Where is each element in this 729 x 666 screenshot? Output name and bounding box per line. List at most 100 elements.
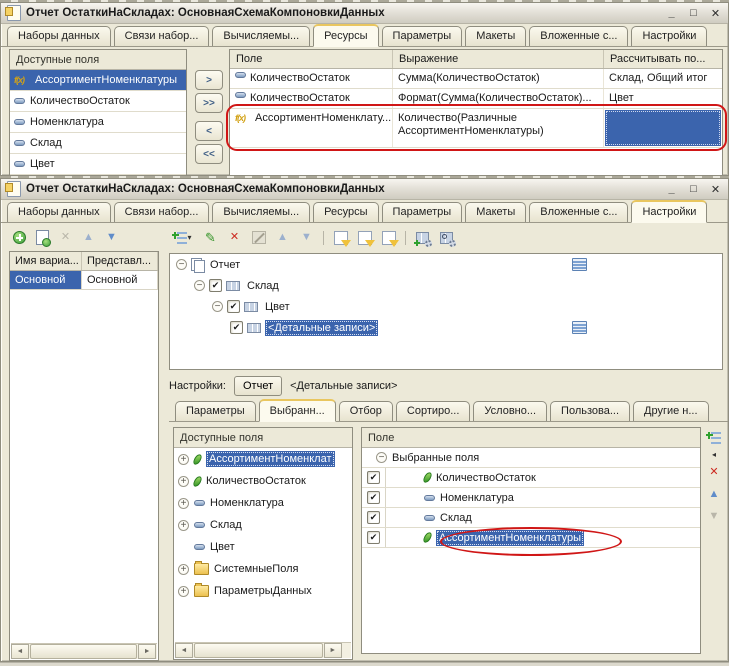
expander-icon[interactable]: + [178,586,189,597]
field-item-cvet[interactable]: Цвет [10,154,186,175]
tab-resources[interactable]: Ресурсы [313,24,378,47]
scroll-left-button[interactable]: ◄ [11,644,29,659]
tab-settings[interactable]: Настройки [631,26,707,46]
tab-resources[interactable]: Ресурсы [313,202,378,222]
settings-owner-button[interactable]: Отчет [234,376,282,396]
settings-wizard-button[interactable] [250,229,267,246]
expander-icon[interactable]: − [376,452,387,463]
column-field[interactable]: Поле [230,50,393,68]
tab-sorting[interactable]: Сортиро... [396,401,471,421]
expander-icon[interactable]: + [178,454,189,465]
selected-field-row[interactable]: ✔ Номенклатура [362,488,700,508]
tab-parameters-settings[interactable]: Параметры [175,401,256,421]
move-all-right-button[interactable]: >> [195,93,223,113]
column-variant-name[interactable]: Имя вариа... [10,252,82,270]
scroll-right-button[interactable]: ► [324,643,342,658]
field-item-assortiment[interactable]: f(x) АссортиментНоменклатуры [10,70,186,91]
scroll-left-button[interactable]: ◄ [175,643,193,658]
minimize-button[interactable]: _ [665,183,678,196]
collapse-panel-button[interactable]: ◂ [712,451,716,459]
tab-selected-fields[interactable]: Выбранн... [259,399,336,422]
tree-row-report[interactable]: − Отчет [170,254,722,275]
default-settings-button[interactable] [332,229,349,246]
resource-row[interactable]: КоличествоОстаток Сумма(КоличествоОстато… [230,69,722,89]
tab-settings[interactable]: Настройки [631,200,707,223]
close-button[interactable]: ✕ [709,183,722,196]
tab-data-sets[interactable]: Наборы данных [7,26,111,46]
tab-templates[interactable]: Макеты [465,26,526,46]
tree-row-cvet[interactable]: − ✔ Цвет [170,296,722,317]
selected-fields-root[interactable]: − Выбранные поля [362,448,700,468]
move-field-up-button[interactable]: ▲ [706,486,723,503]
tab-user-settings[interactable]: Пользова... [550,401,630,421]
move-variant-up-button[interactable]: ▲ [80,229,97,246]
add-structure-item-button[interactable]: ▾ [171,229,195,246]
expander-icon[interactable]: + [178,564,189,575]
checkbox-checked[interactable]: ✔ [367,471,380,484]
edit-item-button[interactable]: ✎ [202,229,219,246]
variants-hscrollbar[interactable]: ◄ ► [11,643,157,659]
minimize-button[interactable]: _ [665,7,678,20]
close-button[interactable]: ✕ [709,7,722,20]
add-field-button[interactable] [702,429,726,446]
field-item-nomenklatura[interactable]: Номенклатура [10,112,186,133]
tab-parameters[interactable]: Параметры [382,26,463,46]
move-variant-down-button[interactable]: ▼ [103,229,120,246]
delete-item-button[interactable]: ✕ [226,229,243,246]
selected-field-row[interactable]: ✔ Склад [362,508,700,528]
copy-variant-button[interactable] [34,229,51,246]
save-settings-button[interactable] [380,229,397,246]
tab-nested-schemas[interactable]: Вложенные с... [529,202,628,222]
maximize-button[interactable]: □ [687,183,700,196]
move-item-up-button[interactable]: ▲ [274,229,291,246]
title-bar[interactable]: Отчет ОстаткиНаСкладах: ОсновнаяСхемаКом… [1,179,728,200]
field-item-sklad[interactable]: Склад [10,133,186,154]
maximize-button[interactable]: □ [687,7,700,20]
tab-set-links[interactable]: Связи набор... [114,26,210,46]
add-variant-button[interactable] [11,229,28,246]
scroll-right-button[interactable]: ► [138,644,156,659]
avail-field-sklad[interactable]: + Склад [174,514,352,536]
tab-templates[interactable]: Макеты [465,202,526,222]
delete-variant-button[interactable]: ✕ [57,229,74,246]
checkbox-checked[interactable]: ✔ [209,279,222,292]
checkbox-checked[interactable]: ✔ [367,531,380,544]
tab-set-links[interactable]: Связи набор... [114,202,210,222]
field-item-kolichestvo[interactable]: КоличествоОстаток [10,91,186,112]
avail-field-assortiment[interactable]: + АссортиментНоменклат [174,448,352,470]
resource-row[interactable]: КоличествоОстаток Формат(Сумма(Количеств… [230,89,722,109]
column-variant-presentation[interactable]: Представл... [82,252,158,270]
composer-add-button[interactable] [414,229,431,246]
checkbox-checked[interactable]: ✔ [367,511,380,524]
tab-conditional-appearance[interactable]: Условно... [473,401,547,421]
selected-field-row-highlighted[interactable]: ✔ АссортиментНоменклатуры [362,528,700,548]
move-all-left-button[interactable]: << [195,144,223,164]
tree-row-sklad[interactable]: − ✔ Склад [170,275,722,296]
move-field-down-button[interactable]: ▼ [706,508,723,525]
expander-icon[interactable]: − [212,301,223,312]
load-settings-button[interactable] [356,229,373,246]
tab-calculated-fields[interactable]: Вычисляемы... [212,26,310,46]
tab-filter[interactable]: Отбор [339,401,393,421]
avail-folder-system-fields[interactable]: + СистемныеПоля [174,558,352,580]
avail-field-nomenklatura[interactable]: + Номенклатура [174,492,352,514]
expander-icon[interactable]: + [178,498,189,509]
expander-icon[interactable]: − [194,280,205,291]
tab-calculated-fields[interactable]: Вычисляемы... [212,202,310,222]
avail-field-kolichestvo[interactable]: + КоличествоОстаток [174,470,352,492]
move-right-button[interactable]: > [195,70,223,90]
variant-row[interactable]: Основной Основной [10,271,158,290]
resource-row-highlighted[interactable]: f(x) АссортиментНоменклату... Количество… [230,109,722,148]
tab-other-settings[interactable]: Другие н... [633,401,709,421]
move-item-down-button[interactable]: ▼ [298,229,315,246]
tree-row-detail-records[interactable]: ✔ <Детальные записи> [170,317,722,338]
variant-name-cell[interactable]: Основной [10,271,82,290]
tab-parameters[interactable]: Параметры [382,202,463,222]
avail-folder-data-parameters[interactable]: + ПараметрыДанных [174,580,352,602]
checkbox-checked[interactable]: ✔ [230,321,243,334]
scroll-thumb[interactable] [194,643,323,658]
expander-icon[interactable]: + [178,520,189,531]
expander-icon[interactable]: + [178,476,189,487]
column-expression[interactable]: Выражение [393,50,604,68]
checkbox-checked[interactable]: ✔ [367,491,380,504]
